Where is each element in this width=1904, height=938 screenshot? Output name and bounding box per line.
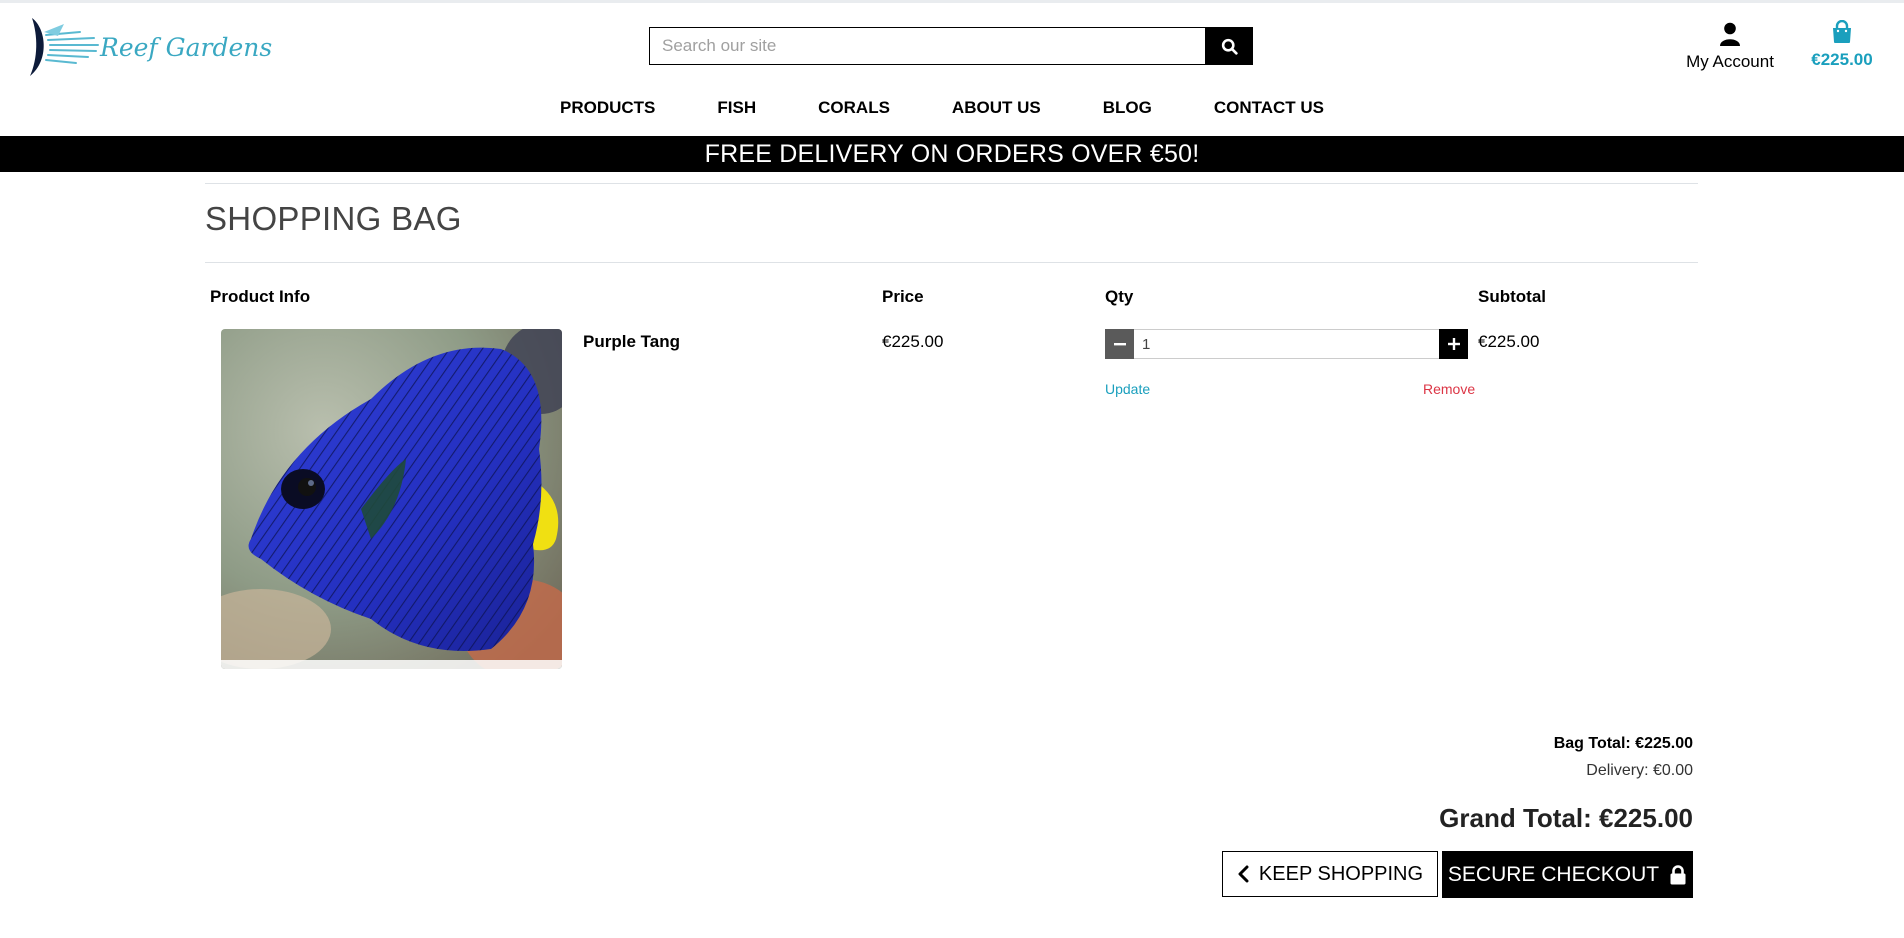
- header-subtotal: Subtotal: [1478, 287, 1546, 306]
- banner-text: FREE DELIVERY ON ORDERS OVER €50!: [704, 139, 1200, 168]
- nav-contact-us[interactable]: CONTACT US: [1183, 98, 1355, 118]
- search-input[interactable]: [649, 27, 1205, 65]
- search-bar: [649, 27, 1253, 65]
- remove-link[interactable]: Remove: [1423, 381, 1475, 397]
- nav-products[interactable]: PRODUCTS: [529, 98, 686, 118]
- shopping-bag-link[interactable]: €225.00: [1806, 20, 1878, 70]
- nav-corals[interactable]: CORALS: [787, 98, 921, 118]
- quantity-input[interactable]: [1134, 329, 1439, 359]
- product-name[interactable]: Purple Tang: [583, 332, 680, 352]
- nav-about-us[interactable]: ABOUT US: [921, 98, 1072, 118]
- header-product-info: Product Info: [210, 287, 311, 306]
- nav-blog[interactable]: BLOG: [1072, 98, 1183, 118]
- site-logo[interactable]: Reef Gardens: [24, 14, 272, 80]
- my-account-link[interactable]: My Account: [1680, 22, 1780, 72]
- lock-icon: [1670, 864, 1686, 884]
- decrement-qty-button[interactable]: [1105, 329, 1134, 359]
- grand-total: Grand Total: €225.00: [1439, 803, 1693, 833]
- keep-shopping-button[interactable]: KEEP SHOPPING: [1222, 851, 1438, 897]
- delivery-banner: FREE DELIVERY ON ORDERS OVER €50!: [0, 136, 1904, 172]
- bag-total-header: €225.00: [1811, 50, 1873, 69]
- logo-text: Reef Gardens: [100, 33, 273, 62]
- bag-total: Bag Total: €225.00: [1553, 735, 1693, 752]
- secure-checkout-label: SECURE CHECKOUT: [1447, 862, 1660, 886]
- secure-checkout-button[interactable]: SECURE CHECKOUT: [1442, 851, 1693, 898]
- plus-icon: [1447, 338, 1460, 350]
- my-account-label: My Account: [1686, 52, 1774, 71]
- update-link[interactable]: Update: [1105, 381, 1150, 397]
- nav-fish[interactable]: FISH: [686, 98, 787, 118]
- search-button[interactable]: [1205, 27, 1253, 65]
- user-icon: [1720, 22, 1740, 46]
- delivery-cost: Delivery: €0.00: [1586, 762, 1693, 779]
- increment-qty-button[interactable]: [1439, 329, 1468, 359]
- divider: [205, 262, 1698, 263]
- quantity-stepper: [1105, 329, 1468, 359]
- page-title: SHOPPING BAG: [205, 200, 462, 237]
- top-border: [0, 0, 1904, 3]
- shopping-bag-icon: [1833, 20, 1851, 43]
- product-subtotal: €225.00: [1478, 332, 1540, 351]
- search-icon: [1221, 38, 1238, 55]
- header-price: Price: [882, 287, 924, 306]
- header-qty: Qty: [1105, 287, 1134, 306]
- main-nav: PRODUCTS FISH CORALS ABOUT US BLOG CONTA…: [0, 98, 1904, 118]
- divider: [205, 183, 1698, 184]
- minus-icon: [1113, 343, 1126, 346]
- keep-shopping-label: KEEP SHOPPING: [1258, 862, 1424, 885]
- product-price: €225.00: [882, 332, 944, 351]
- product-image: [221, 329, 562, 669]
- chevron-left-icon: [1238, 865, 1249, 883]
